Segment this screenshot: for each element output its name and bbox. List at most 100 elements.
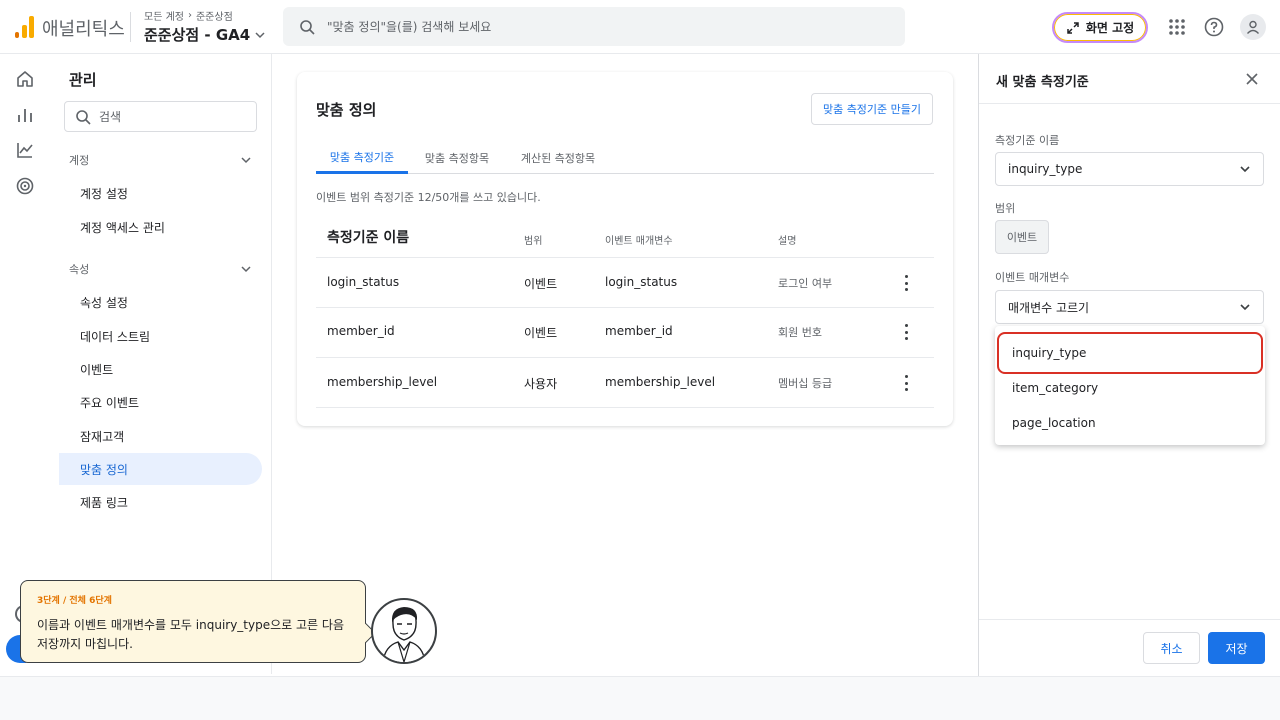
property-selector[interactable]: 준준상점 - GA4 [144,24,266,45]
event-parameter-select[interactable]: 매개변수 고르기 [995,290,1264,324]
save-button[interactable]: 저장 [1208,632,1265,664]
help-icon[interactable] [1202,15,1226,39]
panel-footer-divider [979,619,1280,620]
nav-item-data-streams[interactable]: 데이터 스트림 [59,320,262,352]
nav-title: 관리 [69,71,97,89]
column-header-description[interactable]: 설명 [778,232,796,247]
home-icon[interactable] [14,68,36,90]
nav-search-input[interactable]: 검색 [64,101,257,132]
option-page-location[interactable]: page_location [1012,416,1096,430]
guide-character-avatar [371,598,437,664]
tutorial-bubble: 3단계 / 전체 6단계 이름과 이벤트 매개변수를 모두 inquiry_ty… [20,580,366,663]
search-placeholder: "맞춤 정의"을(를) 검색해 보세요 [327,20,492,34]
chevron-down-icon [241,157,251,164]
nav-item-label: 이벤트 [80,362,114,377]
cell-description: 멤버십 등급 [778,377,833,390]
usage-text: 이벤트 범위 측정기준 12/50개를 쓰고 있습니다. [316,191,541,204]
nav-item-label: 계정 설정 [80,186,128,201]
app-name: 애널리틱스 [42,19,125,40]
pin-screen-label: 화면 고정 [1085,21,1135,35]
nav-section-account[interactable]: 계정 [69,152,253,168]
dimension-name-select[interactable]: inquiry_type [995,152,1264,186]
search-icon [76,109,91,125]
scope-event-chip[interactable]: 이벤트 [995,220,1049,254]
account-avatar[interactable] [1240,14,1266,40]
create-custom-dimension-button[interactable]: 맞춤 측정기준 만들기 [811,93,933,125]
pin-screen-button[interactable]: 화면 고정 [1052,12,1148,43]
advertising-icon[interactable] [14,175,36,197]
cell-scope: 이벤트 [524,326,558,340]
panel-divider [979,103,1280,104]
tutorial-message-line: 이름과 이벤트 매개변수를 모두 inquiry_type으로 고른 다음 [37,618,344,632]
footer-band [0,676,1280,720]
nav-item-label: 잠재고객 [80,429,125,444]
chevron-down-icon [241,266,251,273]
nav-section-property[interactable]: 속성 [69,261,253,277]
nav-item-key-events[interactable]: 주요 이벤트 [59,386,262,418]
cell-description: 로그인 여부 [778,277,833,290]
breadcrumb[interactable]: 모든 계정 › 준준상점 [144,8,233,23]
nav-item-account-settings[interactable]: 계정 설정 [59,177,262,209]
apps-grid-icon[interactable] [1165,15,1189,39]
top-header: 애널리틱스 모든 계정 › 준준상점 준준상점 - GA4 "맞춤 정의"을(를… [0,0,1280,54]
tutorial-message-line: 저장까지 마칩니다. [37,637,133,651]
column-header-param[interactable]: 이벤트 매개변수 [605,232,673,247]
nav-section-account-label: 계정 [69,154,90,167]
close-icon[interactable] [1243,70,1261,88]
breadcrumb-account[interactable]: 모든 계정 [144,8,184,23]
cell-scope: 사용자 [524,377,558,391]
nav-item-label: 주요 이벤트 [80,395,140,410]
reports-icon[interactable] [14,104,36,126]
more-vert-icon[interactable] [903,324,909,340]
analytics-logo[interactable] [15,16,35,38]
cancel-button[interactable]: 취소 [1143,632,1200,664]
nav-item-account-access[interactable]: 계정 액세스 관리 [59,211,262,243]
panel-title: 새 맞춤 측정기준 [996,75,1089,90]
cell-param: membership_level [605,375,716,389]
nav-item-label: 데이터 스트림 [80,329,151,344]
tutorial-step: 3단계 / 전체 6단계 [37,596,112,606]
option-inquiry-type[interactable]: inquiry_type [1012,346,1086,360]
breadcrumb-property[interactable]: 준준상점 [196,8,233,23]
tab-calculated-metrics[interactable]: 계산된 측정항목 [510,142,606,174]
event-parameter-dropdown: inquiry_type item_category page_location [995,326,1265,445]
row-divider [316,407,934,408]
chevron-down-icon [1240,304,1250,311]
row-divider [316,357,934,358]
dimension-name-label: 측정기준 이름 [995,134,1060,147]
cell-param: member_id [605,324,673,338]
cell-name: membership_level [327,375,438,389]
search-bar[interactable]: "맞춤 정의"을(를) 검색해 보세요 [283,7,905,46]
column-header-scope[interactable]: 범위 [524,232,542,247]
nav-item-label: 맞춤 정의 [80,462,128,477]
breadcrumb-chevron-icon: › [187,10,192,21]
more-vert-icon[interactable] [903,275,909,291]
nav-item-events[interactable]: 이벤트 [59,353,262,385]
dimension-name-value: inquiry_type [1008,162,1083,176]
person-icon [1246,20,1260,34]
nav-item-property-settings[interactable]: 속성 설정 [59,286,262,318]
nav-item-product-links[interactable]: 제품 링크 [59,486,262,518]
cell-name: member_id [327,324,395,338]
option-item-category[interactable]: item_category [1012,381,1098,395]
explore-icon[interactable] [14,139,36,161]
expand-icon [1067,21,1079,34]
nav-section-property-label: 속성 [69,263,90,276]
cell-description: 회원 번호 [778,326,822,339]
column-header-name[interactable]: 측정기준 이름 [327,227,409,247]
nav-item-label: 제품 링크 [80,495,128,510]
custom-definitions-card: 맞춤 정의 맞춤 측정기준 만들기 맞춤 측정기준 맞춤 측정항목 계산된 측정… [297,72,953,426]
card-title: 맞춤 정의 [316,101,377,119]
nav-item-audiences[interactable]: 잠재고객 [59,420,262,452]
row-divider [316,257,934,258]
header-divider [130,12,131,42]
tab-bar: 맞춤 측정기준 맞춤 측정항목 계산된 측정항목 [316,142,934,174]
more-vert-icon[interactable] [903,375,909,391]
event-parameter-label: 이벤트 매개변수 [995,271,1070,284]
nav-search-placeholder: 검색 [99,110,122,124]
row-divider [316,307,934,308]
tab-custom-dimensions[interactable]: 맞춤 측정기준 [316,142,408,174]
chevron-down-icon [1240,166,1250,173]
tab-custom-metrics[interactable]: 맞춤 측정항목 [414,142,500,174]
nav-item-custom-definitions[interactable]: 맞춤 정의 [59,453,262,485]
